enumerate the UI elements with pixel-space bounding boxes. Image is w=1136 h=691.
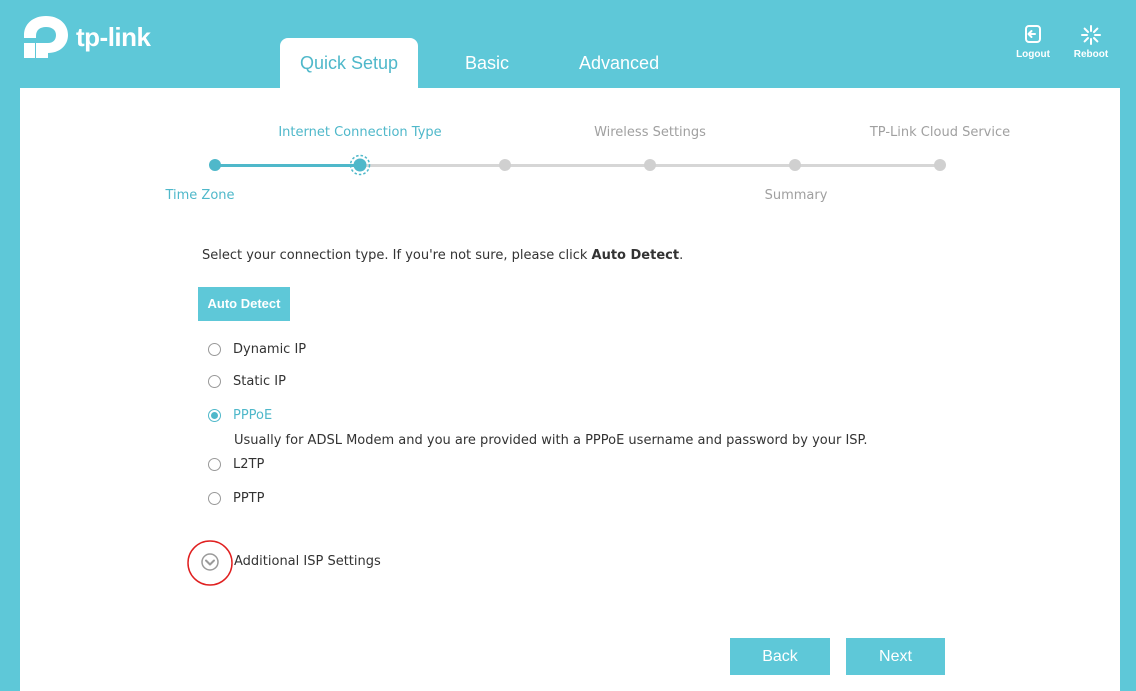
- step-dot-cloud-service: [934, 159, 946, 171]
- radio-circle[interactable]: [208, 375, 221, 388]
- step-time-zone: Time Zone: [165, 188, 235, 203]
- step-internet-connection-type: Internet Connection Type: [278, 125, 442, 140]
- instruction-bold: Auto Detect: [591, 248, 680, 263]
- top-header: tp-link Quick Setup Basic Advanced Logou…: [0, 0, 1136, 88]
- radio-circle[interactable]: [208, 458, 221, 471]
- step-tp-link-cloud-service: TP-Link Cloud Service: [869, 125, 1011, 140]
- radio-dynamic-ip[interactable]: Dynamic IP: [208, 342, 306, 357]
- main-tabs: Quick Setup Basic Advanced: [280, 38, 659, 88]
- tab-advanced[interactable]: Advanced: [579, 38, 659, 88]
- radio-l2tp[interactable]: L2TP: [208, 457, 264, 472]
- instruction-text: Select your connection type. If you're n…: [202, 248, 684, 263]
- progress-line-done: [215, 164, 360, 167]
- radio-circle-checked[interactable]: [208, 409, 221, 422]
- step-dot-current-icon: [349, 154, 371, 176]
- logout-icon: [1011, 24, 1055, 46]
- additional-isp-settings-label[interactable]: Additional ISP Settings: [234, 554, 381, 569]
- back-button[interactable]: Back: [730, 638, 830, 675]
- step-summary: Summary: [764, 188, 828, 203]
- brand-name: tp-link: [76, 21, 151, 52]
- tab-basic[interactable]: Basic: [465, 38, 509, 88]
- radio-static-ip[interactable]: Static IP: [208, 374, 286, 389]
- step-dot-time-zone: [209, 159, 221, 171]
- radio-pppoe[interactable]: PPPoE: [208, 408, 272, 423]
- tp-link-logo: tp-link: [22, 14, 151, 60]
- radio-label: PPTP: [233, 491, 265, 506]
- radio-label: Dynamic IP: [233, 342, 307, 357]
- auto-detect-button[interactable]: Auto Detect: [198, 287, 290, 321]
- tp-link-logo-icon: [24, 16, 68, 58]
- chevron-down-circle-icon[interactable]: [186, 539, 234, 587]
- main-panel: Internet Connection Type Wireless Settin…: [20, 88, 1120, 691]
- radio-circle[interactable]: [208, 343, 221, 356]
- radio-circle[interactable]: [208, 492, 221, 505]
- step-dot-intermediate: [644, 159, 656, 171]
- radio-pptp[interactable]: PPTP: [208, 491, 264, 506]
- reboot-button[interactable]: Reboot: [1069, 24, 1113, 60]
- tab-quick-setup[interactable]: Quick Setup: [280, 38, 418, 88]
- logout-button[interactable]: Logout: [1011, 24, 1055, 60]
- step-dot-wireless-settings: [499, 159, 511, 171]
- step-wireless-settings: Wireless Settings: [594, 125, 706, 140]
- logout-label: Logout: [1016, 49, 1050, 60]
- reboot-label: Reboot: [1073, 49, 1109, 60]
- step-dot-summary: [789, 159, 801, 171]
- pppoe-hint: Usually for ADSL Modem and you are provi…: [234, 433, 868, 448]
- reboot-icon: [1069, 24, 1113, 46]
- radio-label: L2TP: [233, 457, 265, 472]
- radio-label: Static IP: [233, 374, 286, 389]
- radio-label: PPPoE: [233, 408, 273, 423]
- next-button[interactable]: Next: [846, 638, 945, 675]
